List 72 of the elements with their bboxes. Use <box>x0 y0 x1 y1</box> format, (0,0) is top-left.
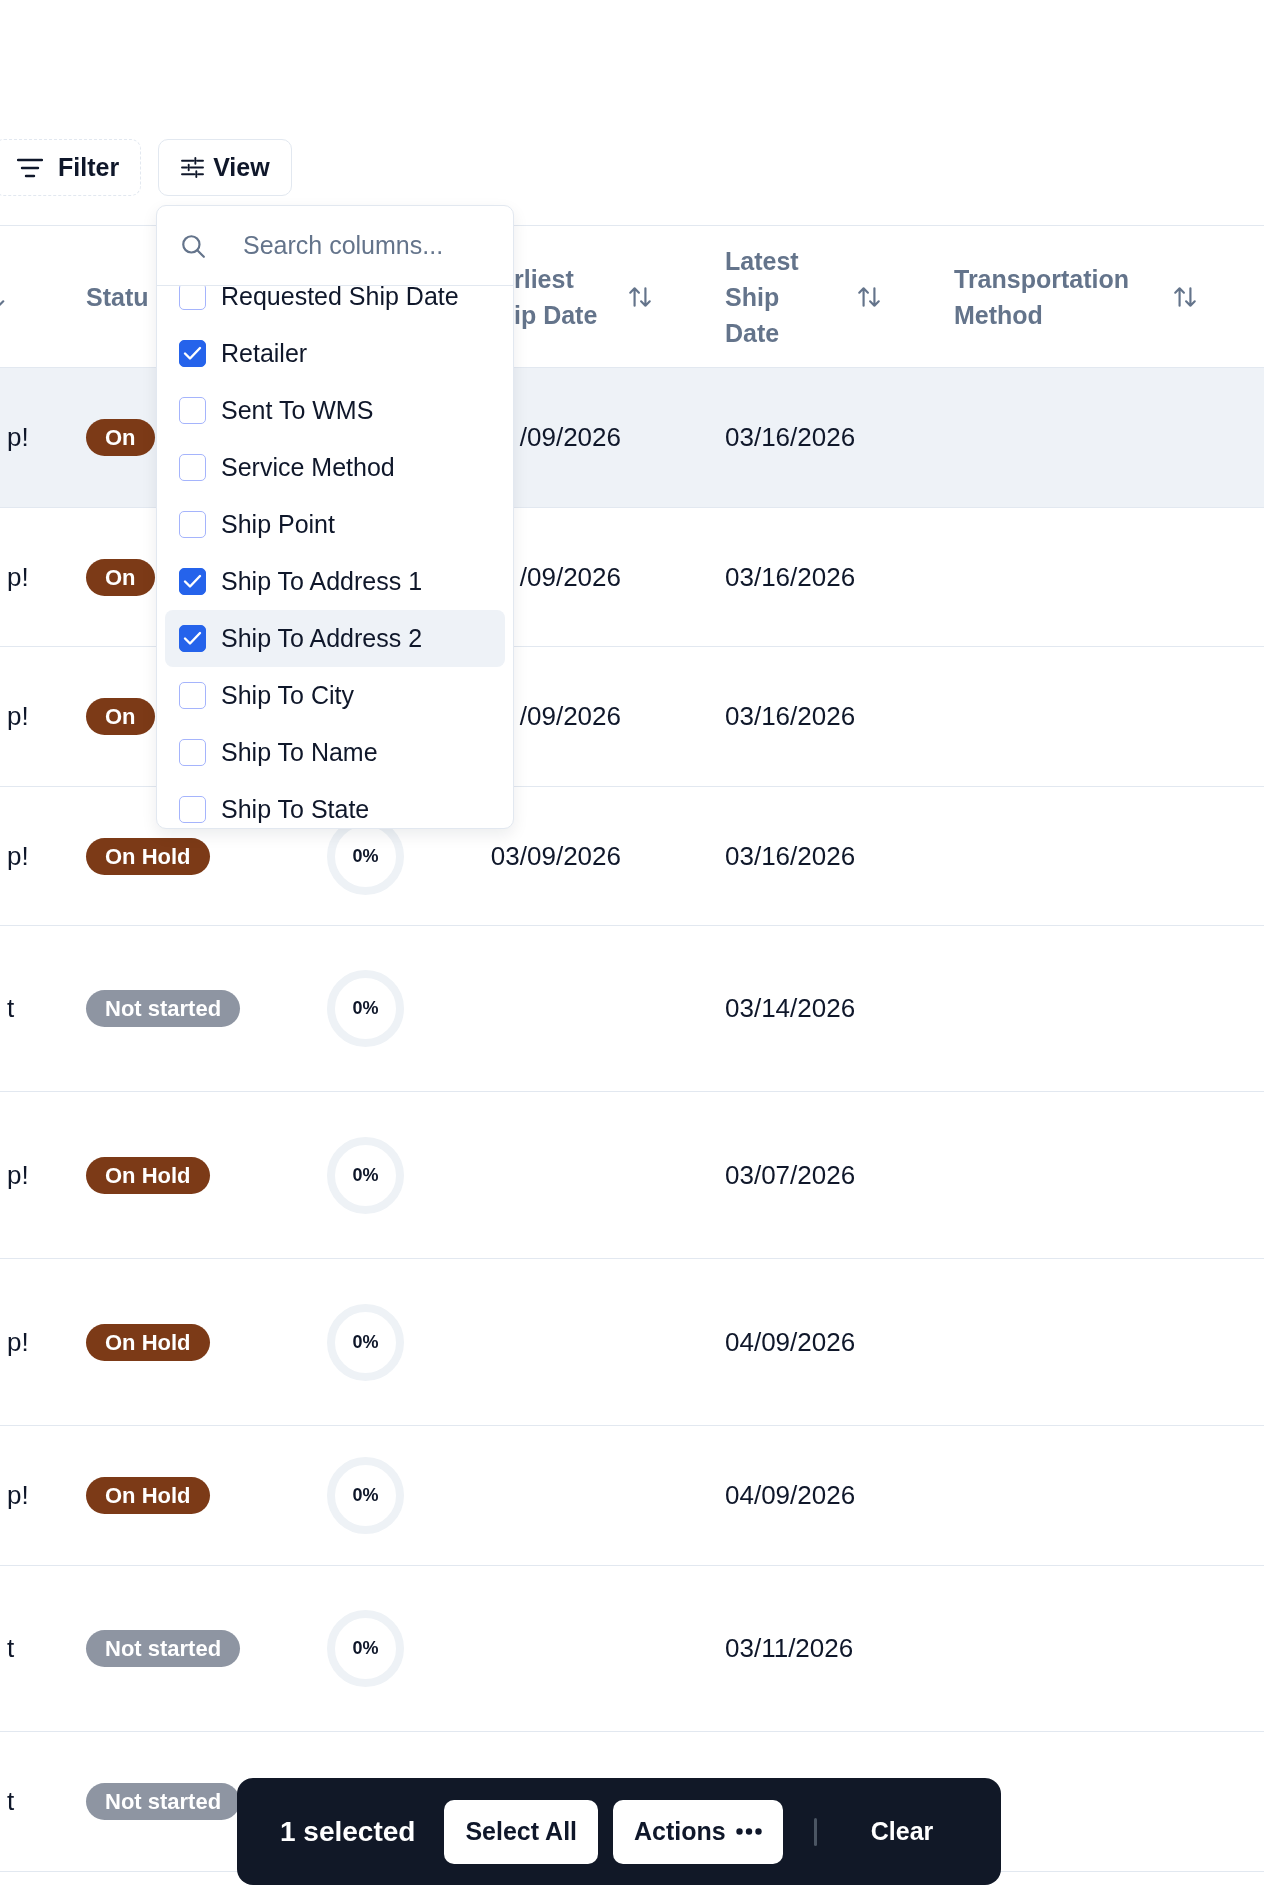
latest-ship-date: 04/09/2026 <box>725 1480 856 1510</box>
cell-text: t <box>7 1633 15 1663</box>
latest-ship-date: 03/16/2026 <box>725 840 856 871</box>
status-badge: Not started <box>86 990 241 1027</box>
column-option[interactable]: Ship To Name <box>165 724 505 781</box>
latest-ship-date: 03/11/2026 <box>725 1633 854 1663</box>
cell-text: p! <box>7 1159 29 1190</box>
filter-icon <box>17 157 43 178</box>
cell-text: p! <box>7 1480 29 1510</box>
column-option[interactable]: Ship To Address 2 <box>165 610 505 667</box>
latest-ship-date: 03/16/2026 <box>725 422 856 452</box>
column-header: Latest Ship Date <box>725 245 800 349</box>
column-header: Statu <box>86 281 149 313</box>
check-icon <box>183 574 202 589</box>
earliest-ship-date: /09/2026 <box>519 422 621 453</box>
search-field[interactable]: Search columns... <box>243 225 503 266</box>
progress-ring: 0% <box>327 970 404 1047</box>
latest-ship-date: 03/16/2026 <box>725 701 856 731</box>
column-option[interactable]: Requested Ship Date <box>165 286 505 325</box>
column-option[interactable]: Sent To WMS <box>165 382 505 439</box>
cell-text: t <box>7 1786 15 1816</box>
search-icon <box>180 232 206 259</box>
checkbox[interactable] <box>179 796 206 823</box>
earliest-ship-date: 03/09/2026 <box>490 840 621 872</box>
earliest-ship-date: /09/2026 <box>519 561 621 593</box>
checkbox[interactable] <box>179 625 206 652</box>
view-button[interactable]: View <box>158 139 292 196</box>
checkbox[interactable] <box>179 568 206 595</box>
progress-ring: 0% <box>327 1136 404 1214</box>
column-option[interactable]: Ship To Address 1 <box>165 553 505 610</box>
column-option[interactable]: Service Method <box>165 439 505 496</box>
progress-ring: 0% <box>327 1457 404 1534</box>
status-badge: On Hold <box>86 1323 210 1361</box>
ellipsis-icon <box>735 1828 762 1835</box>
latest-ship-date: 03/07/2026 <box>725 1159 856 1190</box>
cell-text: p! <box>7 1326 29 1357</box>
cell-text: p! <box>7 561 29 592</box>
checkbox[interactable] <box>179 340 206 367</box>
status-badge: On <box>86 558 155 596</box>
checkbox[interactable] <box>179 397 206 424</box>
status-badge: On Hold <box>86 837 210 875</box>
filter-button[interactable]: Filter <box>0 139 142 196</box>
checkbox[interactable] <box>179 454 206 481</box>
check-icon <box>183 346 202 361</box>
progress-ring: 0% <box>327 1610 404 1687</box>
latest-ship-date: 03/16/2026 <box>725 561 856 592</box>
select-all-button[interactable]: Select All <box>444 1799 599 1864</box>
cell-text: p! <box>7 840 29 871</box>
column-option[interactable]: Ship To City <box>165 667 505 724</box>
checkbox[interactable] <box>179 286 206 310</box>
latest-ship-date: 03/14/2026 <box>725 993 856 1023</box>
clear-button[interactable]: Clear <box>870 1811 934 1852</box>
progress-ring: 0% <box>327 1303 404 1381</box>
status-badge: Not started <box>86 1630 241 1667</box>
cell-text: t <box>7 993 15 1023</box>
cell-text: p! <box>7 422 29 452</box>
check-icon <box>183 631 202 646</box>
selection-count: 1 selected <box>280 1815 416 1848</box>
checkbox[interactable] <box>179 682 206 709</box>
checkbox[interactable] <box>179 511 206 538</box>
status-badge: On Hold <box>86 1477 210 1514</box>
latest-ship-date: 04/09/2026 <box>725 1326 856 1357</box>
cell-text: p! <box>7 701 29 731</box>
checkbox[interactable] <box>179 739 206 766</box>
column-header: rliest ip Date <box>514 263 598 331</box>
actions-button[interactable]: Actions <box>613 1799 783 1864</box>
status-badge: On <box>86 698 155 735</box>
earliest-ship-date: /09/2026 <box>519 701 621 732</box>
status-badge: On <box>86 419 155 456</box>
sliders-icon <box>181 157 205 178</box>
status-badge: On Hold <box>86 1156 210 1194</box>
column-header: Transportation Method <box>954 263 1130 331</box>
